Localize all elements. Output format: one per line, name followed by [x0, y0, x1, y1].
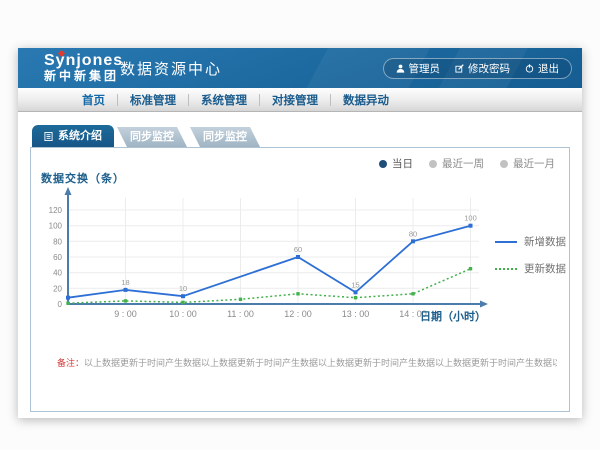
svg-text:9 : 00: 9 : 00	[114, 309, 137, 319]
svg-text:10 : 00: 10 : 00	[169, 309, 197, 319]
admin-user-button[interactable]: 管理员	[396, 61, 441, 76]
svg-text:60: 60	[294, 245, 302, 254]
svg-text:60: 60	[53, 253, 62, 262]
svg-text:20: 20	[53, 284, 62, 293]
power-icon	[525, 64, 534, 73]
legend-line-swatch	[495, 241, 517, 243]
content-area: 系统介绍 同步监控 同步监控 当日 最近一周 最近一月 数据交	[18, 113, 582, 418]
user-toolbar: 管理员 修改密码 退出	[383, 58, 573, 79]
svg-text:18: 18	[121, 278, 129, 287]
page-title: 数据资源中心	[120, 48, 222, 88]
app-window: Synjones 新中新集团 数据资源中心 管理员 修改密码	[18, 48, 582, 418]
svg-text:0: 0	[58, 300, 63, 309]
header: Synjones 新中新集团 数据资源中心 管理员 修改密码	[18, 48, 582, 88]
logout-button[interactable]: 退出	[525, 61, 559, 76]
radio-last-week[interactable]: 最近一周	[429, 156, 484, 171]
tab-sync-monitor-1[interactable]: 同步监控	[117, 127, 187, 147]
radio-dot-icon	[429, 160, 437, 168]
svg-text:40: 40	[53, 269, 62, 278]
line-chart: 0 20 40 60 80 100 120 9 : 00 10 : 00 11 : 00 12 : …	[31, 186, 571, 356]
svg-text:日期（小时）: 日期（小时）	[420, 309, 486, 323]
svg-text:10: 10	[179, 284, 187, 293]
footnote: 备注：以上数据更新于时间产生数据以上数据更新于时间产生数据以上数据更新于时间产生…	[57, 356, 557, 369]
tab-sync-monitor-2[interactable]: 同步监控	[190, 127, 260, 147]
svg-text:100: 100	[464, 214, 477, 223]
company-logo: Synjones 新中新集团	[44, 52, 123, 83]
main-nav: 首页 标准管理 系统管理 对接管理 数据异动	[18, 88, 582, 112]
chart-legend: 新增数据 更新数据	[495, 234, 566, 276]
nav-item-data-change[interactable]: 数据异动	[331, 92, 401, 108]
svg-text:80: 80	[53, 237, 62, 246]
svg-text:12 : 00: 12 : 00	[284, 309, 312, 319]
nav-item-interface-mgmt[interactable]: 对接管理	[260, 92, 330, 108]
radio-last-month[interactable]: 最近一月	[500, 156, 555, 171]
edit-icon	[455, 64, 464, 73]
footnote-text: 以上数据更新于时间产生数据以上数据更新于时间产生数据以上数据更新于时间产生数据以…	[84, 358, 557, 368]
svg-text:11 : 00: 11 : 00	[227, 309, 254, 319]
svg-text:15: 15	[351, 280, 359, 289]
radio-dot-icon	[500, 160, 508, 168]
svg-text:13 : 00: 13 : 00	[342, 309, 370, 319]
radio-today[interactable]: 当日	[379, 156, 413, 171]
legend-item-new-data[interactable]: 新增数据	[495, 234, 566, 249]
nav-item-system-mgmt[interactable]: 系统管理	[189, 92, 259, 108]
user-icon	[396, 64, 405, 73]
footnote-label: 备注：	[57, 358, 84, 368]
nav-item-home[interactable]: 首页	[70, 92, 117, 108]
period-filter: 当日 最近一周 最近一月	[379, 156, 555, 171]
tab-system-intro[interactable]: 系统介绍	[32, 125, 114, 147]
tab-bar: 系统介绍 同步监控 同步监控	[32, 125, 260, 147]
radio-dot-icon	[379, 160, 387, 168]
svg-text:100: 100	[49, 222, 63, 231]
svg-text:80: 80	[409, 229, 417, 238]
y-axis-title: 数据交换（条）	[41, 170, 125, 186]
document-icon	[44, 132, 53, 141]
nav-item-standard-mgmt[interactable]: 标准管理	[118, 92, 188, 108]
legend-line-swatch	[495, 268, 517, 270]
logo-cn-text: 新中新集团	[44, 69, 123, 83]
svg-text:120: 120	[49, 206, 63, 215]
logo-en-text: Synjones	[44, 52, 123, 69]
chart-panel: 当日 最近一周 最近一月 数据交换（条） 0 20 40 60 80 100 120 9 : …	[30, 147, 570, 412]
legend-item-update-data[interactable]: 更新数据	[495, 261, 566, 276]
change-password-button[interactable]: 修改密码	[455, 61, 510, 76]
